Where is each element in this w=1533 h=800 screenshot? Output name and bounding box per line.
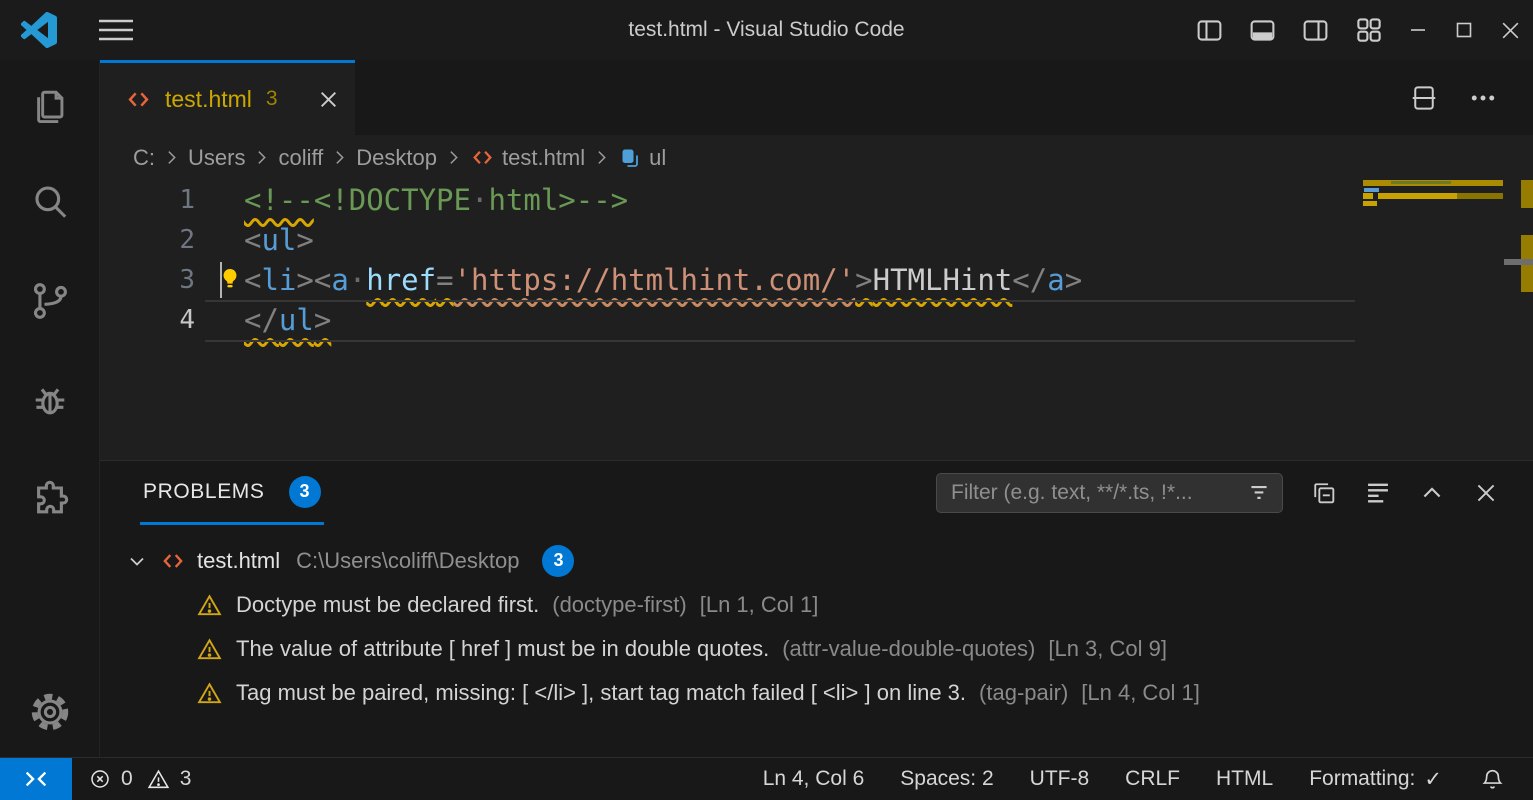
explorer-icon[interactable] bbox=[0, 60, 99, 152]
close-panel-icon[interactable] bbox=[1459, 461, 1513, 525]
problems-tree: test.html C:\Users\coliff\Desktop 3 Doct… bbox=[100, 525, 1533, 715]
line-number: 3 bbox=[100, 260, 195, 300]
warning-count: 3 bbox=[180, 767, 192, 791]
breadcrumb-item-testhtml[interactable]: test.html bbox=[470, 145, 585, 171]
search-icon[interactable] bbox=[0, 152, 99, 251]
tab-strip: test.html 3 bbox=[100, 60, 1533, 135]
line-number: 4 bbox=[100, 300, 195, 340]
chevron-right-icon bbox=[331, 149, 348, 166]
code-line-4[interactable]: 4</ul> bbox=[100, 300, 1533, 340]
warning-icon bbox=[196, 592, 223, 619]
tab-label: test.html bbox=[165, 86, 252, 113]
cursor-position[interactable]: Ln 4, Col 6 bbox=[763, 767, 865, 791]
split-editor-icon[interactable] bbox=[1409, 83, 1439, 113]
problem-row[interactable]: The value of attribute [ href ] must be … bbox=[100, 627, 1533, 671]
tab-problem-count: 3 bbox=[266, 87, 278, 111]
chevron-right-icon bbox=[163, 149, 180, 166]
language-mode[interactable]: HTML bbox=[1216, 767, 1273, 791]
minimize-icon[interactable] bbox=[1395, 0, 1441, 60]
breadcrumb-item-users[interactable]: Users bbox=[188, 145, 245, 171]
code-editor[interactable]: 1<!--<!DOCTYPE·html>-->2<ul>3<li><a·href… bbox=[100, 180, 1533, 460]
problems-file-path: C:\Users\coliff\Desktop bbox=[296, 548, 519, 574]
menu-icon[interactable] bbox=[98, 18, 134, 42]
encoding[interactable]: UTF-8 bbox=[1030, 767, 1090, 791]
code-line-3[interactable]: 3<li><a·href='https://htmlhint.com/'>HTM… bbox=[100, 260, 1533, 300]
problems-title: PROBLEMS bbox=[143, 480, 265, 504]
problems-filter-box[interactable] bbox=[936, 473, 1283, 513]
toggle-secondary-sidebar-icon[interactable] bbox=[1289, 0, 1342, 60]
source-control-icon[interactable] bbox=[0, 251, 99, 350]
problems-count-badge: 3 bbox=[289, 476, 321, 508]
problems-panel: PROBLEMS 3 bbox=[100, 460, 1533, 757]
html-file-icon bbox=[160, 548, 186, 574]
vscode-logo-icon bbox=[21, 12, 57, 48]
more-actions-icon[interactable] bbox=[1469, 84, 1497, 112]
chevron-right-icon bbox=[253, 149, 270, 166]
tab-problems[interactable]: PROBLEMS 3 bbox=[140, 461, 324, 525]
line-number: 1 bbox=[100, 180, 195, 220]
toggle-panel-icon[interactable] bbox=[1236, 0, 1289, 60]
breadcrumb-item-coliff[interactable]: coliff bbox=[278, 145, 323, 171]
view-as-tree-icon[interactable] bbox=[1351, 461, 1405, 525]
breadcrumb-item-ul[interactable]: ul bbox=[618, 145, 666, 171]
breadcrumb-item-c[interactable]: C: bbox=[133, 145, 155, 171]
status-problems[interactable]: 0 3 bbox=[88, 767, 191, 792]
close-window-icon[interactable] bbox=[1487, 0, 1533, 60]
editor-group: test.html 3 C:UserscoliffDesktoptest.htm… bbox=[100, 60, 1533, 757]
problems-file-name: test.html bbox=[197, 548, 280, 574]
formatting-status[interactable]: Formatting: ✓ bbox=[1309, 767, 1442, 792]
filter-icon bbox=[1246, 480, 1272, 506]
error-count: 0 bbox=[121, 767, 133, 791]
remote-indicator[interactable] bbox=[0, 758, 72, 800]
minimap[interactable] bbox=[1363, 180, 1503, 210]
chevron-down-icon[interactable] bbox=[125, 549, 149, 573]
collapse-all-icon[interactable] bbox=[1297, 461, 1351, 525]
error-icon bbox=[88, 767, 112, 791]
chevron-right-icon bbox=[445, 149, 462, 166]
notifications-bell-icon[interactable] bbox=[1480, 767, 1505, 792]
problems-filter-input[interactable] bbox=[951, 481, 1246, 505]
line-number: 2 bbox=[100, 220, 195, 260]
settings-gear-icon[interactable] bbox=[0, 689, 99, 735]
toggle-primary-sidebar-icon[interactable] bbox=[1183, 0, 1236, 60]
warning-icon bbox=[196, 680, 223, 707]
indentation[interactable]: Spaces: 2 bbox=[900, 767, 993, 791]
problems-file-row[interactable]: test.html C:\Users\coliff\Desktop 3 bbox=[100, 538, 1533, 583]
warning-icon bbox=[146, 767, 171, 792]
file-problems-badge: 3 bbox=[542, 545, 574, 577]
tab-test-html[interactable]: test.html 3 bbox=[100, 60, 355, 135]
breadcrumb: C: Users coliff Desktop test.html ul bbox=[100, 135, 1533, 180]
chevron-right-icon bbox=[593, 149, 610, 166]
title-bar: test.html - Visual Studio Code bbox=[0, 0, 1533, 60]
problem-row[interactable]: Doctype must be declared first.(doctype-… bbox=[100, 583, 1533, 627]
eol-sequence[interactable]: CRLF bbox=[1125, 767, 1180, 791]
extensions-icon[interactable] bbox=[0, 449, 99, 548]
overview-ruler bbox=[1521, 180, 1533, 460]
run-and-debug-icon[interactable] bbox=[0, 350, 99, 449]
code-line-1[interactable]: 1<!--<!DOCTYPE·html>--> bbox=[100, 180, 1533, 220]
customize-layout-icon[interactable] bbox=[1342, 0, 1395, 60]
status-bar: 0 3 Ln 4, Col 6 Spaces: 2 UTF-8 CRLF HTM… bbox=[0, 757, 1533, 800]
check-icon: ✓ bbox=[1424, 767, 1442, 792]
maximize-panel-icon[interactable] bbox=[1405, 461, 1459, 525]
lightbulb-icon[interactable] bbox=[219, 266, 241, 293]
tab-close-icon[interactable] bbox=[318, 89, 339, 110]
activity-bar bbox=[0, 60, 100, 757]
code-line-2[interactable]: 2<ul> bbox=[100, 220, 1533, 260]
maximize-icon[interactable] bbox=[1441, 0, 1487, 60]
problem-row[interactable]: Tag must be paired, missing: [ </li> ], … bbox=[100, 671, 1533, 715]
warning-icon bbox=[196, 636, 223, 663]
breadcrumb-item-desktop[interactable]: Desktop bbox=[356, 145, 437, 171]
html-file-icon bbox=[125, 86, 152, 113]
